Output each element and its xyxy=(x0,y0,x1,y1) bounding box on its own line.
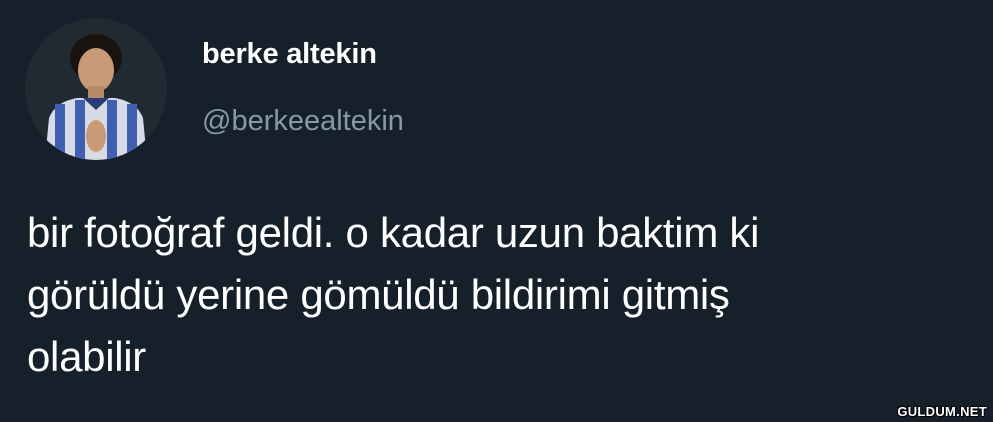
user-handle[interactable]: @berkeealtekin xyxy=(202,105,404,138)
tweet-text: bir fotoğraf geldi. o kadar uzun baktim … xyxy=(27,202,977,388)
tweet-card: berke altekin @berkeealtekin bir fotoğra… xyxy=(0,0,993,422)
display-name[interactable]: berke altekin xyxy=(202,38,377,71)
tweet-text-line: bir fotoğraf geldi. o kadar uzun baktim … xyxy=(27,209,760,256)
user-avatar-icon[interactable] xyxy=(25,18,167,160)
tweet-text-line: olabilir xyxy=(27,333,146,380)
site-watermark: GULDUM.NET xyxy=(897,404,987,419)
tweet-text-line: görüldü yerine gömüldü bildirimi gitmiş xyxy=(27,271,730,318)
avatar-image xyxy=(25,18,167,160)
